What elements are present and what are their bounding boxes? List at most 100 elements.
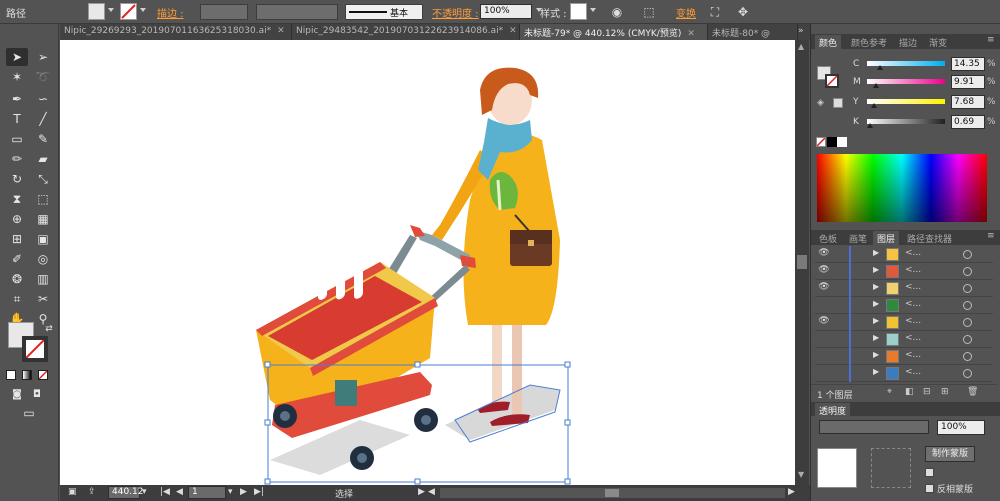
blend-tool-icon[interactable]: ◎ — [32, 250, 54, 268]
layer-row[interactable]: 👁 ▶ <... — [815, 263, 993, 280]
tab-color-guide[interactable]: 颜色参考 — [847, 35, 891, 49]
close-icon[interactable]: ✕ — [687, 29, 695, 39]
slice-tool-icon[interactable]: ✂ — [32, 290, 54, 308]
hscroll-thumb[interactable] — [605, 489, 619, 497]
screen-mode-icon[interactable]: ▭ — [18, 404, 40, 422]
lasso-tool-icon[interactable]: ➰ — [32, 68, 54, 86]
first-page-icon[interactable]: |◀ — [160, 487, 170, 497]
style-dropdown-icon[interactable] — [590, 8, 596, 12]
visibility-eye-icon[interactable]: 👁 — [817, 265, 831, 277]
target-circle-icon[interactable] — [963, 301, 972, 310]
draw-behind-icon[interactable]: ◘ — [26, 386, 48, 404]
slider-value[interactable]: 0.69 — [951, 115, 985, 129]
stroke-dropdown-icon[interactable] — [140, 8, 146, 12]
stroke-none-icon[interactable] — [120, 3, 137, 20]
slider-value[interactable]: 14.35 — [951, 57, 985, 71]
stroke-label[interactable]: 描边 : — [157, 5, 184, 20]
white-swatch[interactable] — [837, 137, 847, 147]
next-page-icon[interactable]: ▶ — [240, 487, 247, 497]
zoom-dropdown-icon[interactable]: ▾ — [142, 487, 147, 497]
slider-thumb[interactable] — [867, 123, 873, 128]
tab-document-2[interactable]: Nipic_29483542_20190703122623914086.ai* ✕ — [292, 24, 520, 40]
expand-arrow-icon[interactable]: ▶ — [873, 350, 879, 359]
selection-tool-icon[interactable]: ➤ — [6, 48, 28, 66]
new-sublayer-icon[interactable]: ⊟ — [923, 387, 931, 397]
tab-brushes[interactable]: 画笔 — [845, 231, 871, 245]
line-tool-icon[interactable]: ╱ — [32, 110, 54, 128]
target-circle-icon[interactable] — [963, 284, 972, 293]
slider-black[interactable]: K 0.69 % — [811, 114, 1000, 132]
page-field[interactable]: 1 — [188, 486, 226, 499]
tab-document-3[interactable]: 未标题-79* @ 440.12% (CMYK/预览) ✕ — [520, 24, 708, 40]
page-dropdown-icon[interactable]: ▾ — [228, 487, 233, 497]
pencil-tool-icon[interactable]: ✏ — [6, 150, 28, 168]
scroll-thumb[interactable] — [797, 255, 807, 269]
layer-row[interactable]: ▶ <... — [815, 348, 993, 365]
layer-row[interactable]: ▶ <... — [815, 331, 993, 348]
scale-tool-icon[interactable]: ⤡ — [32, 170, 54, 188]
isolate-icon[interactable]: ⛶ — [706, 3, 724, 21]
type-tool-icon[interactable]: T — [6, 110, 28, 128]
magic-wand-tool-icon[interactable]: ✶ — [6, 68, 28, 86]
panel-menu-icon[interactable]: ≡ — [987, 231, 995, 241]
artboard-tool-icon[interactable]: ⌗ — [6, 290, 28, 308]
gradient-mode-icon[interactable] — [22, 370, 32, 380]
tab-document-4[interactable]: 未标题-80* @ — [708, 24, 798, 40]
vertical-scrollbar[interactable]: ▲ ▼ — [795, 40, 809, 485]
zoom-field[interactable]: 440.12 — [108, 486, 144, 499]
expand-arrow-icon[interactable]: ▶ — [873, 265, 879, 274]
visibility-eye-icon[interactable]: 👁 — [817, 316, 831, 328]
slider-magenta[interactable]: M 9.91 % — [811, 74, 1000, 92]
pen-tool-icon[interactable]: ✒ — [6, 90, 28, 108]
globe-icon[interactable]: ◉ — [608, 3, 626, 21]
target-circle-icon[interactable] — [963, 335, 972, 344]
hscroll-right-icon[interactable]: ▶ — [788, 487, 795, 497]
gradient-tool-icon[interactable]: ▣ — [32, 230, 54, 248]
layer-row[interactable]: 👁 ▶ <... — [815, 314, 993, 331]
delete-layer-icon[interactable]: 🗑 — [967, 387, 978, 397]
scroll-down-icon[interactable]: ▼ — [798, 470, 804, 479]
tab-transparency[interactable]: 透明度 — [815, 403, 851, 417]
target-circle-icon[interactable] — [963, 318, 972, 327]
make-clipping-mask-icon[interactable]: ◧ — [905, 387, 914, 397]
variable-width-dropdown[interactable] — [256, 4, 338, 20]
tabs-overflow-icon[interactable]: » — [798, 26, 804, 36]
graphic-style-swatch[interactable] — [570, 3, 587, 20]
expand-arrow-icon[interactable]: ▶ — [873, 367, 879, 376]
target-circle-icon[interactable] — [963, 369, 972, 378]
clip-checkbox[interactable] — [925, 468, 934, 477]
slider-thumb[interactable] — [877, 65, 883, 70]
column-graph-tool-icon[interactable]: ▥ — [32, 270, 54, 288]
last-page-icon[interactable]: ▶| — [254, 487, 264, 497]
slider-cyan[interactable]: C 14.35 % — [811, 56, 1000, 74]
slider-track[interactable] — [867, 99, 945, 104]
artboard-canvas[interactable] — [60, 40, 795, 485]
tab-stroke[interactable]: 描边 — [895, 35, 921, 49]
stroke-weight-field[interactable] — [200, 4, 248, 20]
expand-arrow-icon[interactable]: ▶ — [873, 299, 879, 308]
layer-row[interactable]: 👁 ▶ <... — [815, 246, 993, 263]
none-swatch-icon[interactable] — [816, 137, 826, 147]
prev-page-icon[interactable]: ◀ — [176, 487, 183, 497]
expand-arrow-icon[interactable]: ▶ — [873, 316, 879, 325]
slider-thumb[interactable] — [873, 83, 879, 88]
tab-document-1[interactable]: Nipic_29269293_20190701163625318030.ai* ✕ — [60, 24, 292, 40]
hscroll-left-icon[interactable]: ◀ — [428, 487, 435, 497]
tab-gradient[interactable]: 渐变 — [925, 35, 951, 49]
expand-arrow-icon[interactable]: ▶ — [873, 248, 879, 257]
expand-arrow-icon[interactable]: ▶ — [873, 333, 879, 342]
slider-thumb[interactable] — [871, 103, 877, 108]
target-circle-icon[interactable] — [963, 267, 972, 276]
locate-object-icon[interactable]: ⌖ — [887, 387, 892, 397]
horizontal-scrollbar[interactable] — [440, 488, 785, 498]
visibility-eye-icon[interactable] — [817, 299, 831, 311]
expand-arrow-icon[interactable]: ▶ — [873, 282, 879, 291]
perspective-grid-tool-icon[interactable]: ▦ — [32, 210, 54, 228]
tab-swatches[interactable]: 色板 — [815, 231, 841, 245]
close-icon[interactable]: ✕ — [509, 26, 517, 36]
opacity-label[interactable]: 不透明度 : — [432, 5, 479, 20]
width-tool-icon[interactable]: ⧗ — [6, 190, 28, 208]
object-thumbnail[interactable] — [817, 448, 857, 488]
status-menu-icon[interactable]: ▶ — [418, 487, 425, 497]
draw-normal-icon[interactable]: ◙ — [6, 386, 28, 404]
